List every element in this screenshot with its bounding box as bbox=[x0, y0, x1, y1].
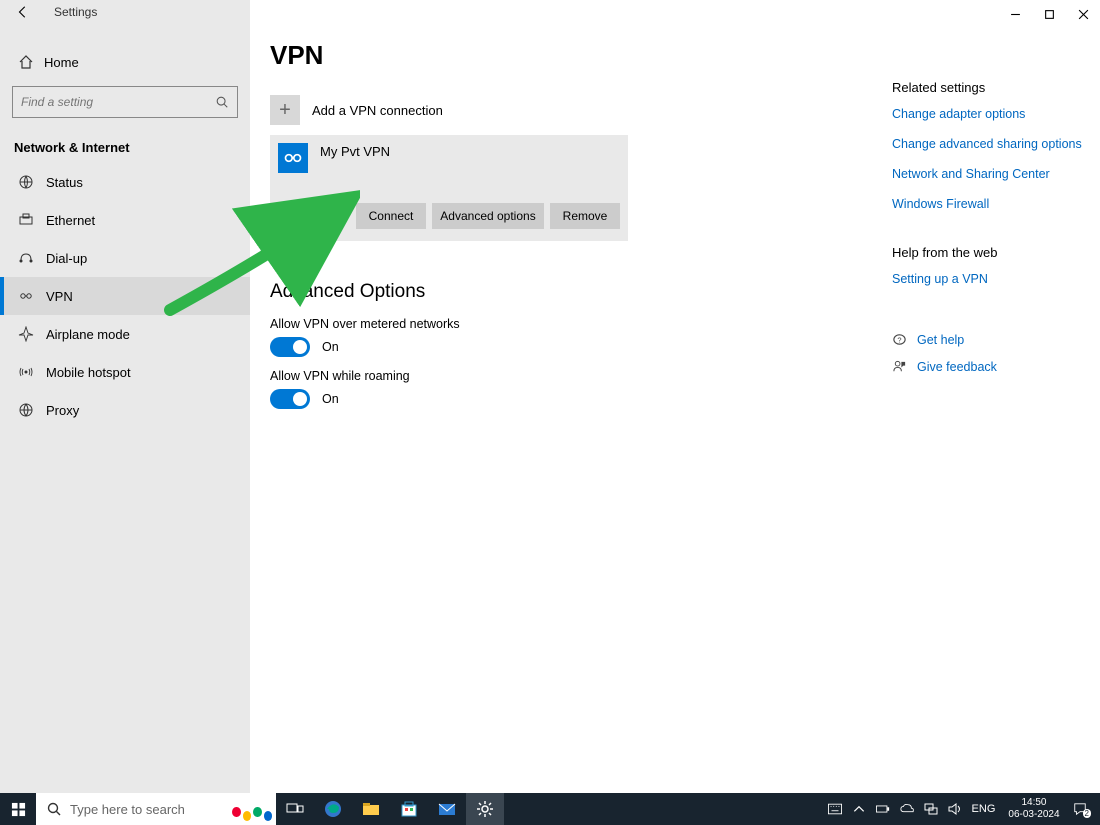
tray-date: 06-03-2024 bbox=[1008, 809, 1059, 821]
search-decor-icon bbox=[232, 797, 272, 821]
search-field[interactable] bbox=[12, 86, 238, 118]
search-input[interactable] bbox=[21, 95, 201, 109]
titlebar bbox=[998, 0, 1100, 28]
advanced-options-button[interactable]: Advanced options bbox=[432, 203, 544, 229]
link-sharing[interactable]: Change advanced sharing options bbox=[892, 137, 1092, 151]
minimize-button[interactable] bbox=[998, 0, 1032, 28]
tray-keyboard-icon[interactable] bbox=[823, 793, 847, 825]
connect-button[interactable]: Connect bbox=[356, 203, 426, 229]
taskbar-pinned bbox=[276, 793, 504, 825]
sidebar-item-hotspot[interactable]: Mobile hotspot bbox=[0, 353, 250, 391]
help-title: Help from the web bbox=[892, 245, 1092, 260]
sidebar-item-label: Status bbox=[46, 175, 83, 190]
airplane-icon bbox=[18, 326, 34, 342]
vpn-entry-card[interactable]: My Pvt VPN Connect Advanced options Remo… bbox=[270, 135, 628, 241]
tray-chevron-icon[interactable] bbox=[847, 793, 871, 825]
task-view-icon[interactable] bbox=[276, 793, 314, 825]
sidebar-item-status[interactable]: Status bbox=[0, 163, 250, 201]
status-icon bbox=[18, 174, 34, 190]
svg-text:?: ? bbox=[897, 335, 901, 344]
search-icon bbox=[215, 95, 229, 109]
vpn-entry-actions: Connect Advanced options Remove bbox=[278, 203, 620, 229]
store-icon[interactable] bbox=[390, 793, 428, 825]
mail-icon[interactable] bbox=[428, 793, 466, 825]
page-title: VPN bbox=[270, 40, 1100, 71]
sidebar: Settings Home Network & Internet Status … bbox=[0, 0, 250, 793]
vpn-connection-icon bbox=[278, 143, 308, 173]
add-vpn-label: Add a VPN connection bbox=[312, 103, 443, 118]
sidebar-item-label: VPN bbox=[46, 289, 73, 304]
search-icon bbox=[46, 801, 62, 817]
vpn-entry-header: My Pvt VPN bbox=[278, 143, 620, 173]
home-link[interactable]: Home bbox=[0, 44, 250, 80]
hotspot-icon bbox=[18, 364, 34, 380]
link-adapter[interactable]: Change adapter options bbox=[892, 107, 1092, 121]
give-feedback-label: Give feedback bbox=[917, 360, 997, 374]
home-label: Home bbox=[44, 55, 79, 70]
sidebar-item-label: Ethernet bbox=[46, 213, 95, 228]
taskbar-search[interactable]: Type here to search bbox=[36, 793, 276, 825]
sidebar-item-dialup[interactable]: Dial-up bbox=[0, 239, 250, 277]
tray-volume-icon[interactable] bbox=[943, 793, 967, 825]
plus-icon: + bbox=[270, 95, 300, 125]
settings-window: Settings Home Network & Internet Status … bbox=[0, 0, 1100, 793]
section-title: Network & Internet bbox=[14, 140, 250, 155]
taskbar-search-placeholder: Type here to search bbox=[70, 802, 185, 817]
tray-language[interactable]: ENG bbox=[967, 793, 1001, 825]
tray-notifications-icon[interactable]: 2 bbox=[1068, 793, 1100, 825]
option-roaming-state: On bbox=[322, 392, 339, 406]
tray-cloud-icon[interactable] bbox=[895, 793, 919, 825]
vpn-entry-name: My Pvt VPN bbox=[320, 143, 390, 159]
feedback-icon bbox=[892, 359, 907, 374]
tray-battery-icon[interactable] bbox=[871, 793, 895, 825]
edge-icon[interactable] bbox=[314, 793, 352, 825]
option-roaming-toggle[interactable] bbox=[270, 389, 310, 409]
get-help-label: Get help bbox=[917, 333, 964, 347]
sidebar-item-label: Mobile hotspot bbox=[46, 365, 131, 380]
related-title: Related settings bbox=[892, 80, 1092, 95]
link-setup-vpn[interactable]: Setting up a VPN bbox=[892, 272, 1092, 286]
sidebar-top: Settings bbox=[0, 0, 250, 24]
close-button[interactable] bbox=[1066, 0, 1100, 28]
link-firewall[interactable]: Windows Firewall bbox=[892, 197, 1092, 211]
sidebar-item-label: Airplane mode bbox=[46, 327, 130, 342]
tray-network-icon[interactable] bbox=[919, 793, 943, 825]
settings-app-icon[interactable] bbox=[466, 793, 504, 825]
start-button[interactable] bbox=[0, 793, 36, 825]
sidebar-item-vpn[interactable]: VPN bbox=[0, 277, 250, 315]
app-title: Settings bbox=[54, 5, 97, 19]
link-networkcenter[interactable]: Network and Sharing Center bbox=[892, 167, 1092, 181]
sidebar-item-airplane[interactable]: Airplane mode bbox=[0, 315, 250, 353]
notif-count: 2 bbox=[1083, 809, 1091, 818]
maximize-button[interactable] bbox=[1032, 0, 1066, 28]
get-help-link[interactable]: ? Get help bbox=[892, 332, 1092, 347]
sidebar-item-ethernet[interactable]: Ethernet bbox=[0, 201, 250, 239]
related-pane: Related settings Change adapter options … bbox=[892, 80, 1092, 386]
help-icon: ? bbox=[892, 332, 907, 347]
system-tray: ENG 14:50 06-03-2024 2 bbox=[823, 793, 1100, 825]
proxy-icon bbox=[18, 402, 34, 418]
home-icon bbox=[18, 54, 34, 70]
back-button[interactable] bbox=[6, 0, 36, 24]
dialup-icon bbox=[18, 250, 34, 266]
ethernet-icon bbox=[18, 212, 34, 228]
sidebar-item-label: Dial-up bbox=[46, 251, 87, 266]
option-metered-toggle[interactable] bbox=[270, 337, 310, 357]
give-feedback-link[interactable]: Give feedback bbox=[892, 359, 1092, 374]
sidebar-item-proxy[interactable]: Proxy bbox=[0, 391, 250, 429]
taskbar: Type here to search ENG 14:50 06-03-2024… bbox=[0, 793, 1100, 825]
tray-time: 14:50 bbox=[1008, 797, 1059, 809]
explorer-icon[interactable] bbox=[352, 793, 390, 825]
vpn-icon bbox=[18, 288, 34, 304]
remove-button[interactable]: Remove bbox=[550, 203, 620, 229]
tray-clock[interactable]: 14:50 06-03-2024 bbox=[1000, 797, 1067, 821]
sidebar-item-label: Proxy bbox=[46, 403, 79, 418]
option-metered-state: On bbox=[322, 340, 339, 354]
